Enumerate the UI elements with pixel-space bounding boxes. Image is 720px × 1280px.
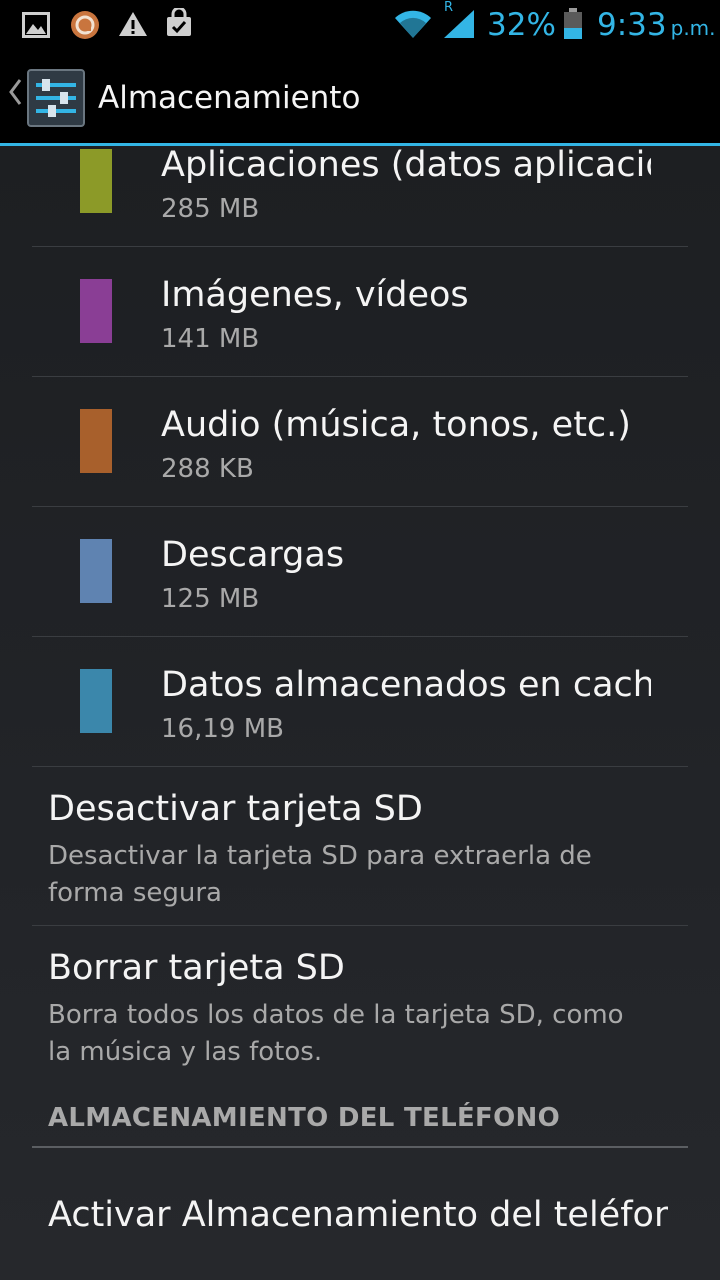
category-size: 16,19 MB: [161, 714, 284, 744]
storage-category-apps[interactable]: Aplicaciones (datos aplicaciones) 285 MB: [32, 146, 688, 246]
battery-percent: 32%: [487, 7, 556, 43]
category-color-swatch: [80, 539, 112, 603]
section-divider: [32, 1146, 688, 1148]
category-color-swatch: [80, 279, 112, 343]
category-name: Audio (música, tonos, etc.): [161, 405, 631, 445]
action-bar: Almacenamiento: [0, 50, 720, 146]
storage-list: Aplicaciones (datos aplicaciones) 285 MB…: [0, 146, 720, 1280]
category-size: 125 MB: [161, 584, 260, 614]
category-name: Aplicaciones (datos aplicaciones): [161, 146, 651, 185]
category-color-swatch: [80, 149, 112, 213]
wifi-icon: [395, 10, 431, 38]
category-name: Descargas: [161, 535, 345, 575]
option-title: Desactivar tarjeta SD: [48, 789, 423, 829]
category-size: 141 MB: [161, 324, 260, 354]
shopping-bag-icon: [167, 8, 191, 36]
unmount-sd-card-option[interactable]: Desactivar tarjeta SD Desactivar la tarj…: [32, 766, 688, 925]
mount-phone-storage-option[interactable]: Activar Almacenamiento del teléfono: [32, 1176, 688, 1280]
phone-storage-section-header: ALMACENAMIENTO DEL TELÉFONO: [48, 1103, 560, 1133]
storage-category-cache[interactable]: Datos almacenados en caché 16,19 MB: [32, 636, 688, 766]
settings-sliders-icon[interactable]: [27, 69, 85, 127]
storage-category-images-videos[interactable]: Imágenes, vídeos 141 MB: [32, 246, 688, 376]
gallery-icon: [22, 12, 50, 38]
category-name: Datos almacenados en caché: [161, 665, 651, 705]
battery-icon: [564, 8, 582, 39]
option-title: Borrar tarjeta SD: [48, 948, 345, 988]
page-title: Almacenamiento: [98, 80, 361, 116]
category-size: 288 KB: [161, 454, 254, 484]
category-size: 285 MB: [161, 194, 260, 224]
back-caret-icon[interactable]: [8, 78, 22, 106]
option-description: Borra todos los datos de la tarjeta SD, …: [48, 1000, 624, 1067]
clock-ampm: p.m.: [670, 16, 716, 40]
app-notification-icon: [71, 11, 99, 39]
option-description: Desactivar la tarjeta SD para extraerla …: [48, 841, 592, 908]
clock: 9:33 p.m.: [597, 6, 716, 47]
erase-sd-card-option[interactable]: Borrar tarjeta SD Borra todos los datos …: [32, 925, 688, 1085]
storage-category-downloads[interactable]: Descargas 125 MB: [32, 506, 688, 636]
warning-icon: [119, 12, 147, 36]
category-color-swatch: [80, 669, 112, 733]
clock-time: 9:33: [597, 7, 667, 43]
status-bar: R 32% 9:33 p.m.: [0, 0, 720, 50]
signal-icon: [444, 10, 474, 38]
category-color-swatch: [80, 409, 112, 473]
storage-category-audio[interactable]: Audio (música, tonos, etc.) 288 KB: [32, 376, 688, 506]
option-title: Activar Almacenamiento del teléfono: [48, 1195, 668, 1235]
category-name: Imágenes, vídeos: [161, 275, 469, 315]
